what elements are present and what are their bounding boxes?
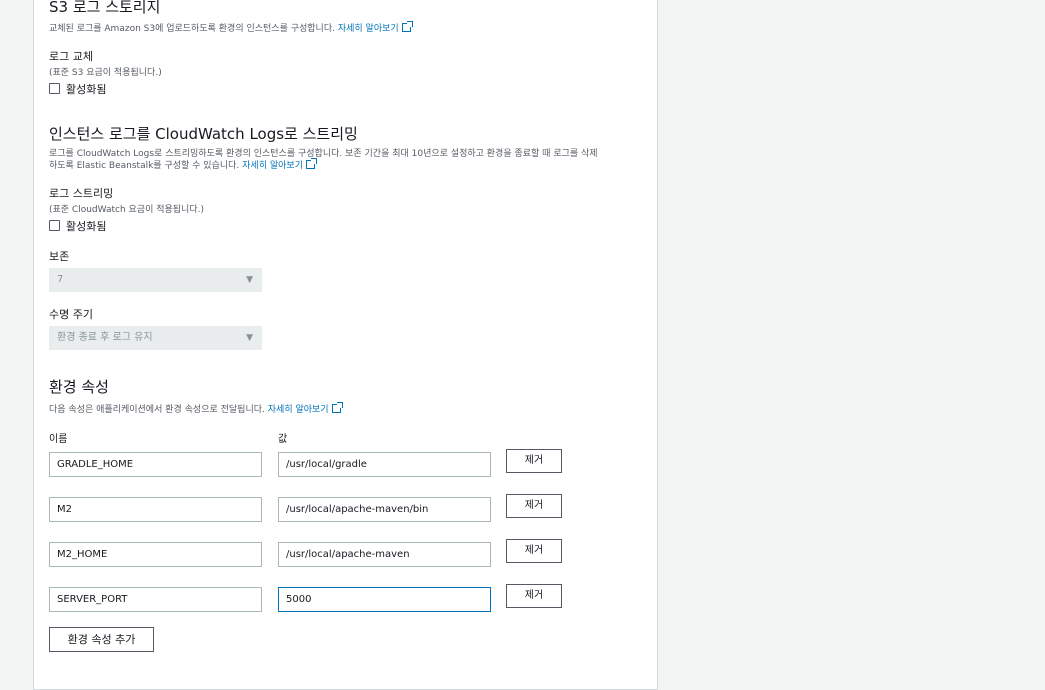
cloudwatch-description-line2: 하도록 Elastic Beanstalk를 구성할 수 있습니다. 자세히 알…	[49, 158, 317, 171]
property-value-input[interactable]: /usr/local/gradle	[278, 452, 491, 477]
property-value-input[interactable]: /usr/local/apache-maven	[278, 542, 491, 567]
log-streaming-note: (표준 CloudWatch 요금이 적용됩니다.)	[49, 205, 204, 215]
name-column-header: 이름	[49, 434, 68, 445]
chevron-down-icon: ▼	[246, 333, 253, 343]
lifecycle-label: 수명 주기	[49, 308, 93, 321]
external-link-icon	[401, 21, 413, 32]
cloudwatch-learn-more-label: 자세히 알아보기	[242, 161, 303, 171]
remove-property-button[interactable]: 제거	[506, 539, 562, 563]
log-rotation-checkbox[interactable]	[49, 83, 60, 94]
remove-property-button[interactable]: 제거	[506, 584, 562, 608]
chevron-down-icon: ▼	[246, 275, 253, 285]
cloudwatch-section-title: 인스턴스 로그를 CloudWatch Logs로 스트리밍	[49, 125, 358, 143]
property-name-input[interactable]: M2	[49, 497, 262, 522]
s3-section-title: S3 로그 스토리지	[49, 0, 161, 16]
log-rotation-checkbox-label: 활성화됨	[66, 83, 107, 96]
env-learn-more-label: 자세히 알아보기	[267, 405, 329, 415]
property-name-input[interactable]: M2_HOME	[49, 542, 262, 567]
retention-select[interactable]: 7 ▼	[49, 268, 262, 292]
s3-learn-more-label: 자세히 알아보기	[337, 24, 399, 34]
log-rotation-note: (표준 S3 요금이 적용됩니다.)	[49, 68, 162, 78]
external-link-icon	[331, 402, 343, 413]
add-environment-property-button[interactable]: 환경 속성 추가	[49, 627, 154, 652]
log-streaming-checkbox-label: 활성화됨	[66, 220, 107, 233]
lifecycle-select[interactable]: 환경 종료 후 로그 유지 ▼	[49, 326, 262, 350]
property-value-input[interactable]: /usr/local/apache-maven/bin	[278, 497, 491, 522]
remove-property-button[interactable]: 제거	[506, 449, 562, 473]
cloudwatch-description-text: 하도록 Elastic Beanstalk를 구성할 수 있습니다.	[49, 161, 240, 171]
property-name-input[interactable]: GRADLE_HOME	[49, 452, 262, 477]
lifecycle-select-value: 환경 종료 후 로그 유지	[57, 332, 153, 343]
log-streaming-label: 로그 스트리밍	[49, 187, 114, 200]
s3-section-description: 교체된 로그를 Amazon S3에 업로드하도록 환경의 인스턴스를 구성합니…	[49, 21, 413, 34]
property-value-input-focused[interactable]: 5000	[278, 587, 491, 612]
env-description-text: 다음 속성은 애플리케이션에서 환경 속성으로 전달됩니다.	[49, 405, 265, 415]
external-link-icon	[305, 158, 317, 169]
env-section-description: 다음 속성은 애플리케이션에서 환경 속성으로 전달됩니다. 자세히 알아보기	[49, 402, 343, 415]
remove-property-button[interactable]: 제거	[506, 494, 562, 518]
log-rotation-label: 로그 교체	[49, 50, 93, 63]
value-column-header: 값	[278, 434, 288, 445]
cloudwatch-learn-more-link[interactable]: 자세히 알아보기	[242, 158, 317, 171]
retention-label: 보존	[49, 250, 70, 263]
log-streaming-checkbox[interactable]	[49, 220, 60, 231]
log-rotation-checkbox-row[interactable]: 활성화됨	[49, 81, 106, 97]
s3-learn-more-link[interactable]: 자세히 알아보기	[337, 21, 413, 34]
property-name-input[interactable]: SERVER_PORT	[49, 587, 262, 612]
retention-select-value: 7	[57, 274, 64, 285]
env-learn-more-link[interactable]: 자세히 알아보기	[267, 402, 343, 415]
env-section-title: 환경 속성	[49, 378, 109, 396]
log-streaming-checkbox-row[interactable]: 활성화됨	[49, 218, 106, 234]
s3-description-text: 교체된 로그를 Amazon S3에 업로드하도록 환경의 인스턴스를 구성합니…	[49, 24, 335, 34]
